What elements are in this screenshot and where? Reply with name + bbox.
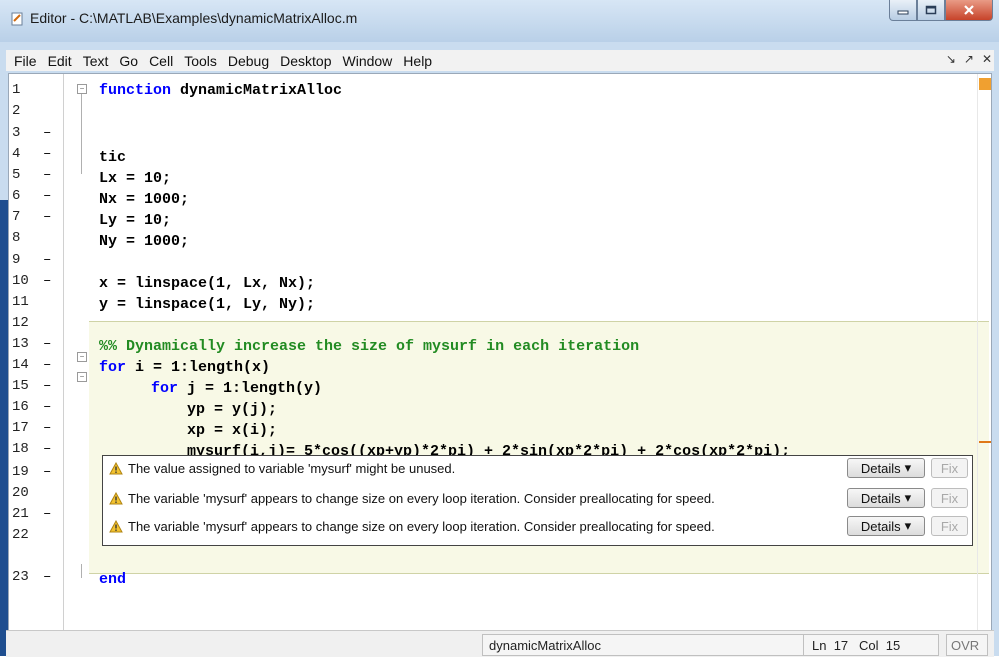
dropdown-arrow-icon: ▾ — [904, 460, 912, 475]
undock-arrow-icon[interactable]: ↗ — [964, 52, 974, 66]
status-function-name: dynamicMatrixAlloc — [482, 634, 804, 656]
close-icon — [964, 5, 974, 15]
fold-for-j-icon[interactable]: − — [77, 372, 87, 382]
code-line-5[interactable]: Nx = 1000; — [99, 191, 189, 208]
maximize-icon — [925, 5, 937, 15]
breakpoint-dash[interactable]: – — [43, 506, 51, 522]
fold-function-icon[interactable]: − — [77, 84, 87, 94]
minimize-icon — [897, 10, 909, 15]
code-line-13[interactable]: for i = 1:length(x) — [99, 359, 270, 376]
code-line-9[interactable]: x = linspace(1, Lx, Nx); — [99, 275, 315, 292]
status-bar: dynamicMatrixAlloc Ln 17 Col 15 OVR — [6, 630, 994, 657]
dock-arrow-icon[interactable]: ↘ — [946, 52, 956, 66]
code-line-15[interactable]: yp = y(j); — [187, 401, 277, 418]
fold-for-i-icon[interactable]: − — [77, 352, 87, 362]
maximize-button[interactable] — [917, 0, 945, 21]
code-line-6[interactable]: Ly = 10; — [99, 212, 171, 229]
code-line-3[interactable]: tic — [99, 149, 126, 166]
warning-icon — [109, 519, 123, 532]
close-button[interactable] — [945, 0, 993, 21]
fix-button-1[interactable]: Fix — [931, 458, 968, 478]
fold-end-line — [81, 564, 82, 578]
code-line-4[interactable]: Lx = 10; — [99, 170, 171, 187]
code-line-12-comment[interactable]: %% Dynamically increase the size of mysu… — [99, 338, 639, 355]
warning-line-marker[interactable] — [979, 441, 991, 443]
menu-bar: File Edit Text Go Cell Tools Debug Deskt… — [6, 50, 994, 71]
fold-line — [81, 94, 82, 174]
line-number[interactable]: 12 — [12, 315, 58, 331]
code-line-7[interactable]: Ny = 1000; — [99, 233, 189, 250]
line-number[interactable]: 1 — [12, 82, 58, 98]
fix-button-2[interactable]: Fix — [931, 488, 968, 508]
breakpoint-dash[interactable]: – — [43, 441, 51, 457]
code-line-16[interactable]: xp = x(i); — [187, 422, 277, 439]
code-line-10[interactable]: y = linspace(1, Ly, Ny); — [99, 296, 315, 313]
code-line-1[interactable]: function dynamicMatrixAlloc — [99, 82, 342, 99]
code-line-14[interactable]: for j = 1:length(y) — [151, 380, 322, 397]
breakpoint-dash[interactable]: – — [43, 464, 51, 480]
menu-go[interactable]: Go — [119, 53, 138, 69]
menu-edit[interactable]: Edit — [48, 53, 72, 69]
tooltip-message-1: The value assigned to variable 'mysurf' … — [109, 458, 455, 478]
tooltip-message-3: The variable 'mysurf' appears to change … — [109, 516, 715, 536]
breakpoint-dash[interactable]: – — [43, 420, 51, 436]
line-number[interactable]: 20 — [12, 485, 58, 501]
line-number[interactable]: 11 — [12, 294, 58, 310]
warning-icon — [109, 461, 123, 474]
details-button-2[interactable]: Details ▾ — [847, 488, 925, 508]
fix-button-3[interactable]: Fix — [931, 516, 968, 536]
breakpoint-dash[interactable]: – — [43, 399, 51, 415]
status-overwrite: OVR — [946, 634, 988, 656]
code-analyzer-tooltip: The value assigned to variable 'mysurf' … — [102, 455, 973, 546]
code-line-23[interactable]: end — [99, 571, 126, 588]
right-text-limit-line — [977, 74, 978, 630]
menu-desktop[interactable]: Desktop — [280, 53, 331, 69]
breakpoint-dash[interactable]: – — [43, 188, 51, 204]
editor-document-icon — [11, 12, 23, 26]
line-number[interactable]: 22 — [12, 527, 58, 543]
warning-status-marker[interactable] — [979, 78, 991, 90]
tooltip-message-2: The variable 'mysurf' appears to change … — [109, 488, 715, 508]
breakpoint-dash[interactable]: – — [43, 336, 51, 352]
status-cursor-position: Ln 17 Col 15 — [803, 634, 939, 656]
dropdown-arrow-icon: ▾ — [904, 490, 912, 505]
warning-icon — [109, 491, 123, 504]
code-editor[interactable]: 1 2 3–4–5–6–7–8 9–10–11 12 13–14–15–16–17–18–… — [8, 73, 992, 631]
title-bar[interactable]: Editor - C:\MATLAB\Examples\dynamicMatri… — [0, 0, 999, 42]
details-button-1[interactable]: Details ▾ — [847, 458, 925, 478]
desktop-edge — [0, 200, 8, 656]
window-title: Editor - C:\MATLAB\Examples\dynamicMatri… — [30, 10, 358, 26]
minimize-button[interactable] — [889, 0, 917, 21]
breakpoint-dash[interactable]: – — [43, 252, 51, 268]
editor-window: Editor - C:\MATLAB\Examples\dynamicMatri… — [0, 0, 999, 657]
menu-help[interactable]: Help — [403, 53, 432, 69]
menu-text[interactable]: Text — [83, 53, 109, 69]
close-document-icon[interactable]: ✕ — [982, 52, 992, 66]
menu-debug[interactable]: Debug — [228, 53, 269, 69]
breakpoint-dash[interactable]: – — [43, 146, 51, 162]
menu-tools[interactable]: Tools — [184, 53, 217, 69]
menu-window[interactable]: Window — [343, 53, 393, 69]
breakpoint-dash[interactable]: – — [43, 273, 51, 289]
code-folding-column: − − − — [71, 74, 93, 630]
line-number-gutter: 1 2 3–4–5–6–7–8 9–10–11 12 13–14–15–16–17–18–… — [9, 74, 64, 630]
line-number[interactable]: 8 — [12, 230, 58, 246]
line-number[interactable]: 2 — [12, 103, 58, 119]
breakpoint-dash[interactable]: – — [43, 357, 51, 373]
breakpoint-dash[interactable]: – — [43, 569, 51, 585]
breakpoint-dash[interactable]: – — [43, 125, 51, 141]
dropdown-arrow-icon: ▾ — [904, 518, 912, 533]
details-button-3[interactable]: Details ▾ — [847, 516, 925, 536]
breakpoint-dash[interactable]: – — [43, 378, 51, 394]
menu-file[interactable]: File — [14, 53, 37, 69]
breakpoint-dash[interactable]: – — [43, 167, 51, 183]
breakpoint-dash[interactable]: – — [43, 209, 51, 225]
menu-cell[interactable]: Cell — [149, 53, 173, 69]
